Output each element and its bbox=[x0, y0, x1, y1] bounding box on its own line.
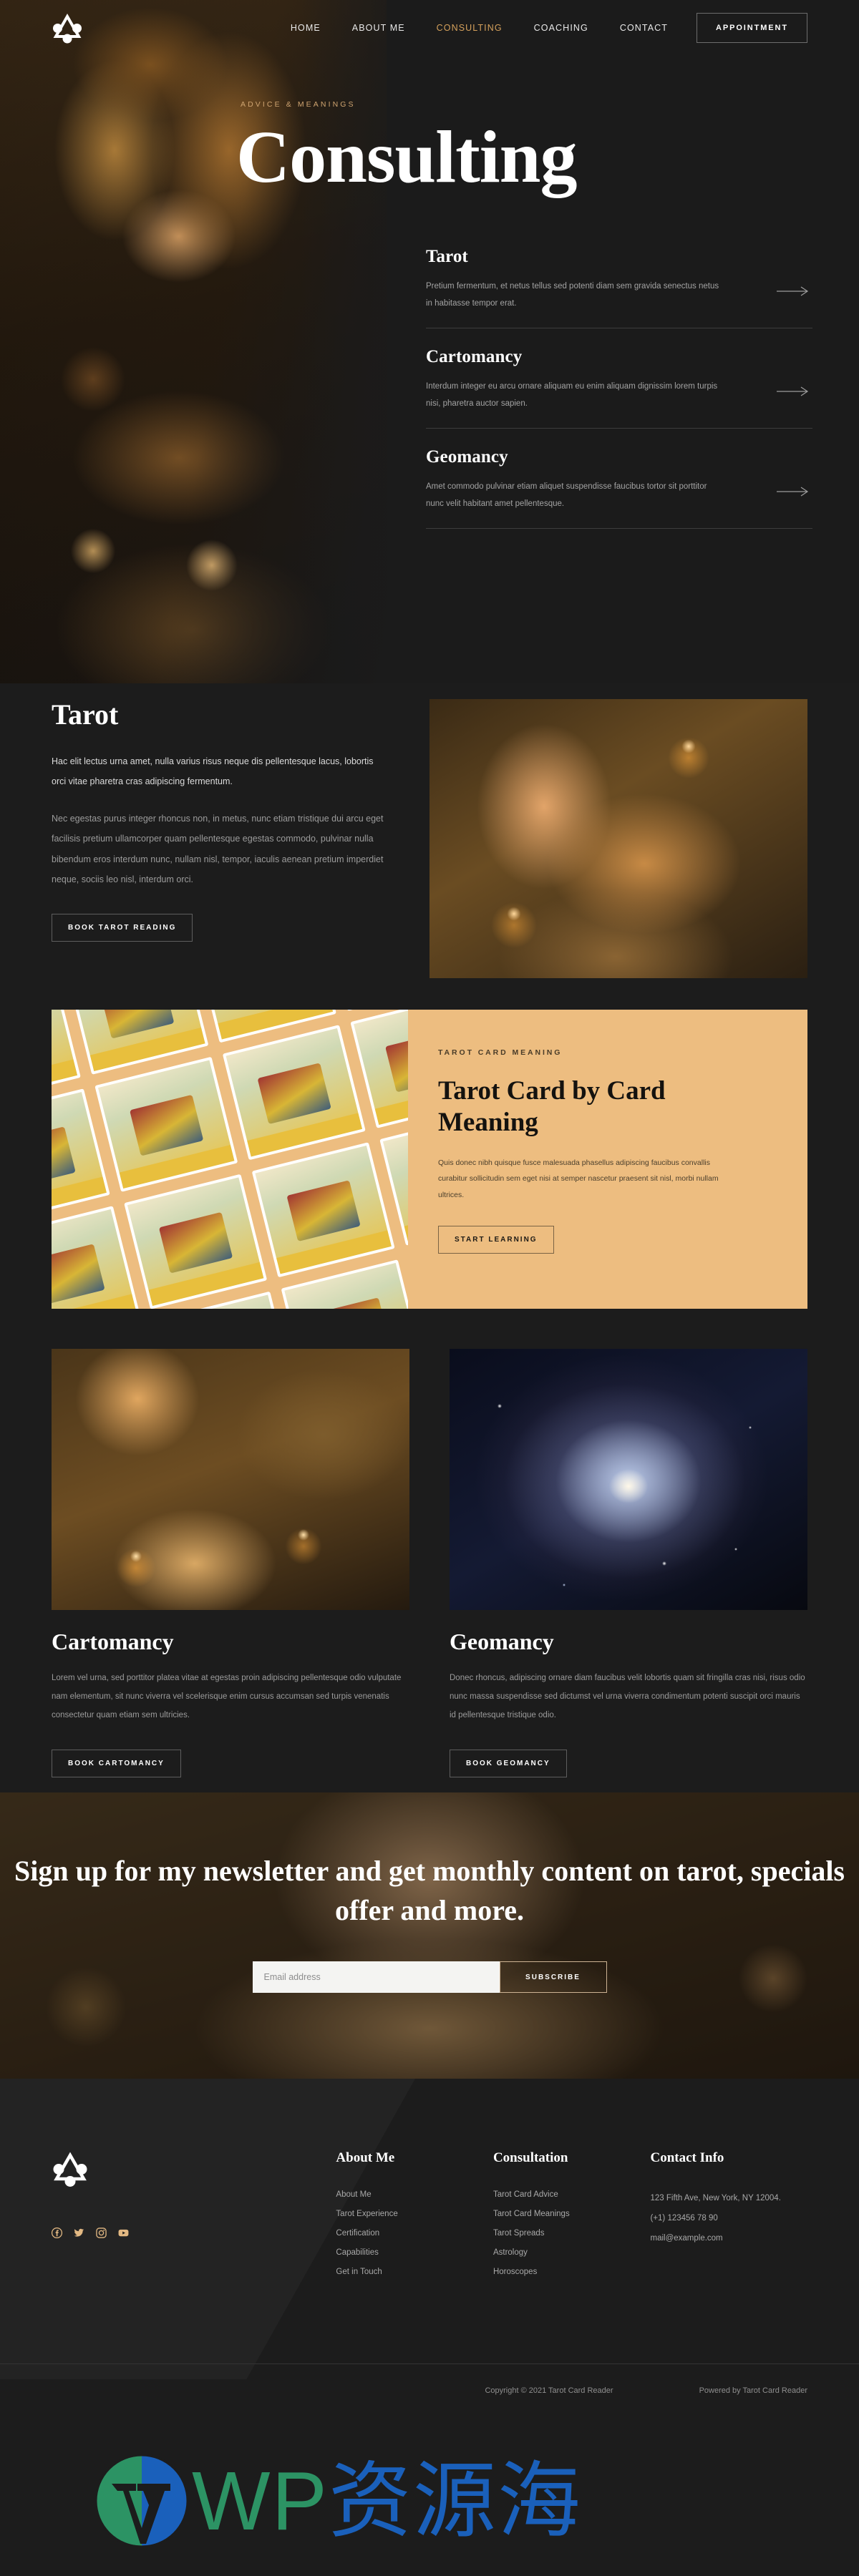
tarot-heading: Tarot bbox=[52, 698, 119, 731]
hero-eyebrow: ADVICE & MEANINGS bbox=[241, 100, 356, 109]
nav-item-coaching[interactable]: COACHING bbox=[534, 23, 588, 33]
cartomancy-heading: Cartomancy bbox=[52, 1629, 174, 1654]
hero-service-title: Cartomancy bbox=[426, 347, 523, 367]
footer-link-astrology[interactable]: Astrology bbox=[493, 2248, 651, 2257]
site-header: HOME ABOUT ME CONSULTING COACHING CONTAC… bbox=[0, 0, 859, 56]
meaning-text: Quis donec nibh quisque fusce malesuada … bbox=[438, 1158, 719, 1199]
nav-item-home[interactable]: HOME bbox=[291, 23, 321, 33]
footer-brand bbox=[51, 2150, 336, 2287]
arrow-right-icon[interactable] bbox=[777, 487, 810, 497]
contact-address: 123 Fifth Ave, New York, NY 12004. bbox=[650, 2194, 781, 2202]
tarot-card-tile bbox=[251, 1142, 395, 1278]
hero-service-item-cartomancy[interactable]: Cartomancy Interdum integer eu arcu orna… bbox=[426, 347, 812, 429]
nav-item-about-me[interactable]: ABOUT ME bbox=[352, 23, 405, 33]
watermark-latin-text: WP bbox=[192, 2454, 329, 2547]
site-logo-icon[interactable] bbox=[52, 12, 83, 44]
twitter-icon[interactable] bbox=[74, 2228, 84, 2238]
subscribe-button[interactable]: SUBSCRIBE bbox=[499, 1961, 607, 1994]
hero-service-text: Amet commodo pulvinar etiam aliquet susp… bbox=[426, 482, 707, 508]
contact-email[interactable]: mail@example.com bbox=[650, 2230, 807, 2247]
footer-bottom-bar: Copyright © 2021 Tarot Card Reader Power… bbox=[0, 2363, 859, 2416]
footer-link-horoscopes[interactable]: Horoscopes bbox=[493, 2268, 651, 2276]
watermark-cjk-text: 资源海 bbox=[328, 2454, 582, 2547]
footer-column-heading: Consultation bbox=[492, 2150, 568, 2165]
site-footer: About Me About Me Tarot Experience Certi… bbox=[0, 2079, 859, 2416]
geomancy-photo bbox=[450, 1349, 807, 1610]
social-links[interactable] bbox=[51, 2227, 336, 2239]
youtube-icon[interactable] bbox=[118, 2228, 129, 2238]
wordpress-watermark-overlay: WP资源海 bbox=[0, 2426, 859, 2576]
instagram-icon[interactable] bbox=[96, 2228, 107, 2238]
wordpress-logo-icon bbox=[92, 2451, 192, 2551]
footer-link-tarot-card-advice[interactable]: Tarot Card Advice bbox=[493, 2190, 651, 2199]
hero-service-title: Tarot bbox=[426, 247, 468, 266]
hero-service-item-tarot[interactable]: Tarot Pretium fermentum, et netus tellus… bbox=[426, 247, 812, 329]
tarot-card-tile bbox=[222, 1025, 366, 1161]
book-geomancy-button[interactable]: BOOK GEOMANCY bbox=[450, 1749, 567, 1777]
footer-link-capabilities[interactable]: Capabilities bbox=[336, 2248, 493, 2257]
geomancy-text: Donec rhoncus, adipiscing ornare diam fa… bbox=[450, 1674, 805, 1719]
footer-link-tarot-card-meanings[interactable]: Tarot Card Meanings bbox=[493, 2210, 651, 2218]
footer-link-tarot-spreads[interactable]: Tarot Spreads bbox=[493, 2229, 651, 2238]
hero-service-list: Tarot Pretium fermentum, et netus tellus… bbox=[426, 247, 812, 547]
copyright-text: Copyright © 2021 Tarot Card Reader bbox=[485, 2386, 613, 2395]
tarot-body-paragraph: Nec egestas purus integer rhoncus non, i… bbox=[52, 814, 384, 884]
appointment-button[interactable]: APPOINTMENT bbox=[697, 13, 807, 43]
tarot-card-tile bbox=[52, 1206, 140, 1309]
tarot-photo bbox=[430, 699, 807, 978]
newsletter-section: Sign up for my newsletter and get monthl… bbox=[0, 1792, 859, 2079]
geomancy-heading: Geomancy bbox=[450, 1629, 554, 1654]
tarot-card-tile bbox=[124, 1174, 268, 1309]
services-two-column-section: Cartomancy Lorem vel urna, sed porttitor… bbox=[0, 1320, 859, 1792]
tarot-section: Tarot Hac elit lectus urna amet, nulla v… bbox=[0, 683, 859, 998]
email-input[interactable] bbox=[252, 1961, 500, 1994]
start-learning-button[interactable]: START LEARNING bbox=[438, 1226, 554, 1254]
tarot-cards-collage bbox=[52, 1010, 408, 1309]
hero-service-text: Pretium fermentum, et netus tellus sed p… bbox=[426, 282, 719, 308]
footer-column-heading: Contact Info bbox=[650, 2150, 724, 2165]
arrow-right-icon[interactable] bbox=[777, 286, 810, 296]
facebook-icon[interactable] bbox=[51, 2227, 63, 2239]
footer-link-certification[interactable]: Certification bbox=[336, 2229, 493, 2238]
cartomancy-photo bbox=[52, 1349, 409, 1610]
hero-section: HOME ABOUT ME CONSULTING COACHING CONTAC… bbox=[0, 0, 859, 683]
hero-service-title: Geomancy bbox=[426, 447, 508, 467]
subscribe-form: SUBSCRIBE bbox=[0, 1961, 859, 1994]
footer-logo-icon[interactable] bbox=[52, 2150, 89, 2187]
service-card-geomancy: Geomancy Donec rhoncus, adipiscing ornar… bbox=[450, 1349, 807, 1792]
powered-by-text: Powered by Tarot Card Reader bbox=[699, 2386, 807, 2395]
contact-phone[interactable]: (+1) 123456 78 90 bbox=[650, 2210, 807, 2227]
tarot-lead-paragraph: Hac elit lectus urna amet, nulla varius … bbox=[52, 756, 374, 787]
meaning-banner: TAROT CARD MEANING Tarot Card by Card Me… bbox=[52, 1010, 807, 1309]
service-card-cartomancy: Cartomancy Lorem vel urna, sed porttitor… bbox=[52, 1349, 409, 1792]
nav-item-consulting[interactable]: CONSULTING bbox=[437, 23, 503, 33]
hero-service-text: Interdum integer eu arcu ornare aliquam … bbox=[426, 382, 718, 408]
book-cartomancy-button[interactable]: BOOK CARTOMANCY bbox=[52, 1749, 181, 1777]
newsletter-heading: Sign up for my newsletter and get monthl… bbox=[14, 1855, 845, 1927]
footer-column-contact-info: Contact Info 123 Fifth Ave, New York, NY… bbox=[650, 2150, 807, 2287]
primary-navigation[interactable]: HOME ABOUT ME CONSULTING COACHING CONTAC… bbox=[291, 23, 668, 33]
arrow-right-icon[interactable] bbox=[777, 386, 810, 396]
meaning-heading: Tarot Card by Card Meaning bbox=[438, 1076, 666, 1138]
footer-link-tarot-experience[interactable]: Tarot Experience bbox=[336, 2210, 493, 2218]
hero-service-item-geomancy[interactable]: Geomancy Amet commodo pulvinar etiam ali… bbox=[426, 447, 812, 530]
tarot-card-tile bbox=[94, 1056, 238, 1192]
footer-column-consultation: Consultation Tarot Card Advice Tarot Car… bbox=[493, 2150, 651, 2287]
footer-link-about-me[interactable]: About Me bbox=[336, 2190, 493, 2199]
meaning-copy: TAROT CARD MEANING Tarot Card by Card Me… bbox=[408, 1010, 807, 1309]
page-title: Consulting bbox=[236, 116, 578, 198]
nav-item-contact[interactable]: CONTACT bbox=[620, 23, 668, 33]
cartomancy-text: Lorem vel urna, sed porttitor platea vit… bbox=[52, 1674, 402, 1719]
meaning-eyebrow: TAROT CARD MEANING bbox=[438, 1048, 563, 1057]
book-tarot-reading-button[interactable]: BOOK TAROT READING bbox=[52, 913, 193, 942]
footer-column-heading: About Me bbox=[336, 2150, 395, 2165]
footer-link-get-in-touch[interactable]: Get in Touch bbox=[336, 2268, 493, 2276]
tarot-card-meaning-section: TAROT CARD MEANING Tarot Card by Card Me… bbox=[0, 998, 859, 1320]
footer-column-about-me: About Me About Me Tarot Experience Certi… bbox=[336, 2150, 493, 2287]
tarot-text-column: Tarot Hac elit lectus urna amet, nulla v… bbox=[52, 698, 388, 942]
